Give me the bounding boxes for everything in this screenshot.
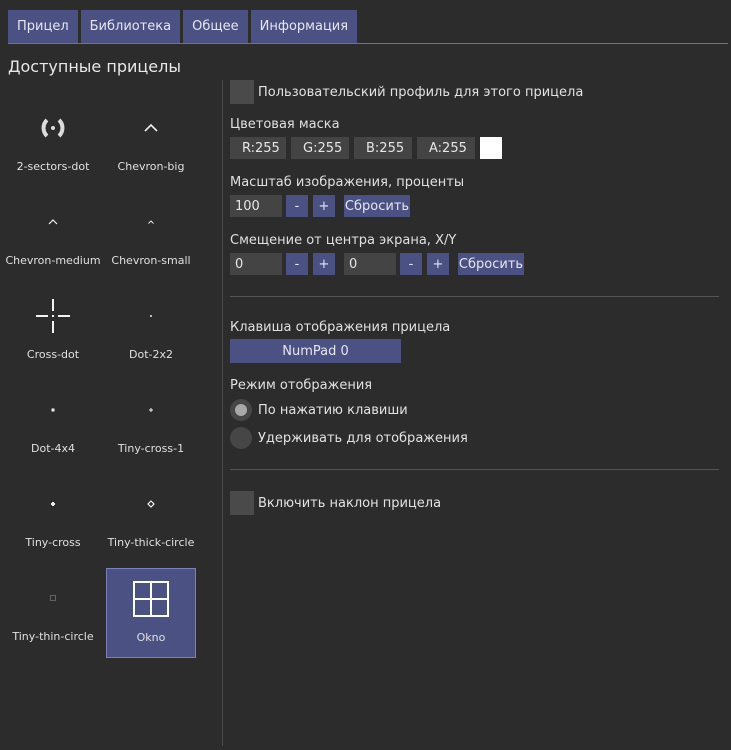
crosshair-label: Tiny-cross-1 [117, 442, 185, 455]
custom-profile-label: Пользовательский профиль для этого прице… [258, 84, 584, 100]
tab-library[interactable]: Библиотека [80, 10, 181, 43]
two-sectors-dot-icon [8, 98, 98, 158]
color-b-field[interactable]: B:255 [354, 137, 412, 159]
offset-reset-button[interactable]: Сбросить [458, 253, 524, 275]
color-swatch[interactable] [480, 137, 502, 159]
tilt-checkbox[interactable] [230, 491, 254, 515]
mode-hold-radio[interactable] [230, 427, 252, 449]
divider [230, 296, 719, 297]
scale-minus-button[interactable]: - [286, 195, 308, 217]
crosshair-item-tiny-cross-1[interactable]: Tiny-cross-1 [106, 380, 196, 470]
scale-row: 100 - + Сбросить [230, 195, 410, 217]
custom-profile-row: Пользовательский профиль для этого прице… [230, 80, 583, 104]
chevron-small-icon [106, 192, 196, 252]
crosshair-label: Cross-dot [26, 348, 80, 361]
crosshair-item-cross-dot[interactable]: Cross-dot [8, 286, 98, 376]
crosshair-label: Okno [136, 631, 166, 644]
cross-dot-icon [8, 286, 98, 346]
offset-row: 0 - + 0 - + Сбросить [230, 253, 524, 275]
crosshair-label: Tiny-cross [25, 536, 81, 549]
offset-y-plus-button[interactable]: + [427, 253, 449, 275]
crosshair-item-tiny-thick-circle[interactable]: Tiny-thick-circle [106, 474, 196, 564]
offset-y-input[interactable]: 0 [344, 253, 396, 275]
color-r-field[interactable]: R:255 [230, 137, 286, 159]
mode-hold-label: Удерживать для отображения [258, 430, 468, 446]
mode-press-label: По нажатию клавиши [258, 402, 408, 418]
crosshair-label: 2-sectors-dot [16, 160, 90, 173]
crosshair-label: Chevron-medium [5, 254, 101, 267]
crosshair-item-chevron-big[interactable]: Chevron-big [106, 98, 196, 188]
offset-x-plus-button[interactable]: + [313, 253, 335, 275]
tiny-thin-circle-icon [8, 568, 98, 628]
tiny-cross-1-icon [106, 380, 196, 440]
mode-option-hold[interactable]: Удерживать для отображения [230, 427, 468, 449]
offset-x-input[interactable]: 0 [230, 253, 282, 275]
custom-profile-checkbox[interactable] [230, 80, 254, 104]
scale-label: Масштаб изображения, проценты [230, 175, 465, 190]
crosshair-item-okno[interactable]: Okno [106, 568, 196, 658]
crosshair-label: Tiny-thin-circle [12, 630, 94, 643]
available-crosshairs-title: Доступные прицелы [8, 57, 181, 76]
offset-y-minus-button[interactable]: - [400, 253, 422, 275]
display-mode-label: Режим отображения [230, 378, 373, 393]
crosshair-item-2-sectors-dot[interactable]: 2-sectors-dot [8, 98, 98, 188]
tab-underline [8, 43, 728, 44]
offset-label: Смещение от центра экрана, X/Y [230, 233, 457, 248]
crosshair-label: Tiny-thick-circle [107, 536, 195, 549]
tab-info[interactable]: Информация [250, 10, 358, 43]
mode-press-radio[interactable] [230, 399, 252, 421]
tiny-cross-icon [8, 474, 98, 534]
crosshair-item-tiny-thin-circle[interactable]: Tiny-thin-circle [8, 568, 98, 658]
vertical-divider [222, 80, 223, 746]
crosshair-label: Dot-2x2 [129, 348, 173, 361]
color-mask-label: Цветовая маска [230, 117, 340, 132]
offset-x-minus-button[interactable]: - [286, 253, 308, 275]
mode-option-press[interactable]: По нажатию клавиши [230, 399, 408, 421]
color-a-field[interactable]: A:255 [417, 137, 475, 159]
crosshair-item-chevron-medium[interactable]: Chevron-medium [5, 192, 101, 282]
tilt-label: Включить наклон прицела [258, 495, 442, 511]
crosshair-label: Chevron-small [111, 254, 191, 267]
color-mask-row: R:255 G:255 B:255 A:255 [230, 137, 502, 159]
scale-plus-button[interactable]: + [313, 195, 335, 217]
crosshair-label: Chevron-big [117, 160, 185, 173]
tilt-row: Включить наклон прицела [230, 491, 441, 515]
color-g-field[interactable]: G:255 [291, 137, 349, 159]
hotkey-label: Клавиша отображения прицела [230, 320, 451, 335]
tab-crosshair[interactable]: Прицел [8, 10, 78, 43]
scale-reset-button[interactable]: Сбросить [344, 195, 410, 217]
crosshair-item-tiny-cross[interactable]: Tiny-cross [8, 474, 98, 564]
crosshair-item-dot-2x2[interactable]: Dot-2x2 [106, 286, 196, 376]
dot-4x4-icon [8, 380, 98, 440]
crosshair-item-dot-4x4[interactable]: Dot-4x4 [8, 380, 98, 470]
hotkey-button[interactable]: NumPad 0 [230, 339, 401, 363]
crosshair-item-chevron-small[interactable]: Chevron-small [106, 192, 196, 282]
tiny-thick-circle-icon [106, 474, 196, 534]
tab-general[interactable]: Общее [183, 10, 248, 43]
chevron-big-icon [106, 98, 196, 158]
dot-2x2-icon [106, 286, 196, 346]
divider [230, 469, 719, 470]
tab-bar: Прицел Библиотека Общее Информация [8, 10, 358, 43]
chevron-medium-icon [8, 192, 98, 252]
crosshair-label: Dot-4x4 [31, 442, 75, 455]
okno-window-icon [106, 569, 196, 629]
scale-input[interactable]: 100 [230, 195, 282, 217]
